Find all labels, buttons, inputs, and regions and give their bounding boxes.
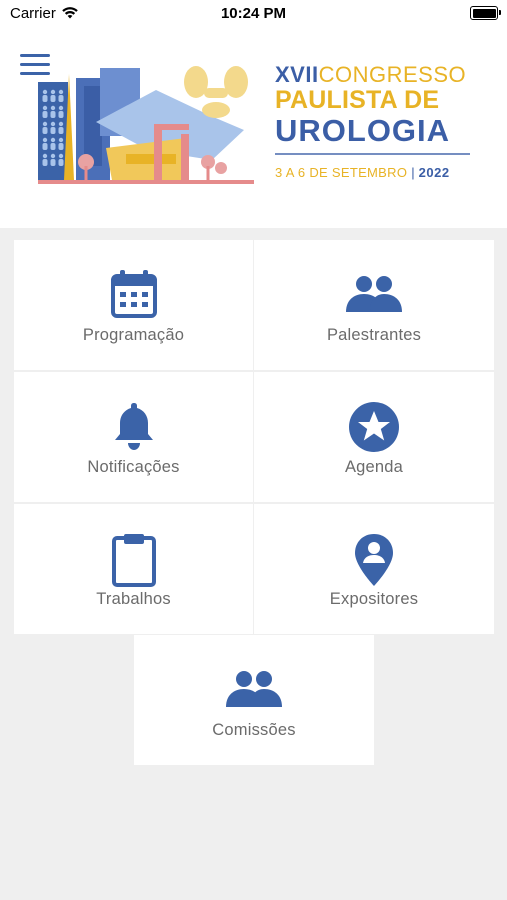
menu-label-programacao: Programação — [82, 326, 185, 344]
menu-label-comissoes: Comissões — [212, 721, 296, 739]
menu-tile-programacao[interactable]: Programação — [14, 240, 253, 370]
status-time: 10:24 PM — [220, 5, 287, 22]
congress-logo-illustration-icon — [38, 66, 254, 184]
brand-divider — [275, 153, 470, 155]
brand-year: 2022 — [418, 165, 450, 180]
menu-tile-agenda[interactable]: Agenda — [254, 372, 494, 502]
people-icon — [226, 671, 282, 707]
battery-icon — [470, 6, 501, 20]
brand-separator: | — [411, 165, 415, 180]
menu-tile-expositores[interactable]: Expositores — [254, 504, 494, 634]
status-bar: Carrier 10:24 PM — [0, 0, 507, 26]
brand-paulista: PAULISTA DE — [275, 86, 440, 114]
congress-brand: XVIICONGRESSO PAULISTA DE UROLOGIA 3 A 6… — [275, 63, 475, 180]
menu-label-expositores: Expositores — [329, 590, 419, 608]
app-header: XVIICONGRESSO PAULISTA DE UROLOGIA 3 A 6… — [0, 26, 507, 228]
brand-dates: 3 A 6 DE SETEMBRO — [275, 165, 408, 180]
menu-label-palestrantes: Palestrantes — [326, 326, 422, 344]
brand-edition: XVII — [275, 62, 319, 87]
location-pin-icon — [355, 534, 393, 586]
menu-label-agenda: Agenda — [344, 458, 404, 476]
menu-label-notificacoes: Notificações — [87, 458, 180, 476]
star-circle-icon — [349, 402, 399, 452]
bell-icon — [114, 403, 153, 450]
menu-tile-notificacoes[interactable]: Notificações — [14, 372, 253, 502]
menu-tile-comissoes[interactable]: Comissões — [134, 635, 374, 765]
people-icon — [346, 276, 402, 312]
menu-tile-trabalhos[interactable]: Trabalhos — [14, 504, 253, 634]
menu-label-trabalhos: Trabalhos — [96, 590, 171, 608]
menu-tile-palestrantes[interactable]: Palestrantes — [254, 240, 494, 370]
brand-urologia: UROLOGIA — [275, 113, 451, 148]
clipboard-icon — [111, 534, 156, 587]
calendar-icon — [110, 270, 157, 318]
brand-congresso: CONGRESSO — [318, 62, 467, 87]
brand-date: 3 A 6 DE SETEMBRO | 2022 — [275, 165, 475, 180]
